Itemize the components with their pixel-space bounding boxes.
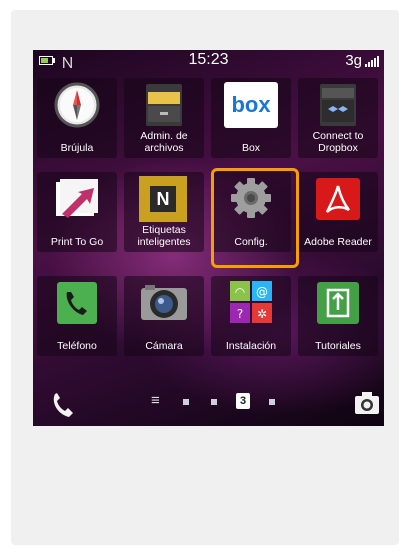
box-icon: box [224,82,278,128]
phone-icon [57,282,97,324]
app-label: Teléfono [57,340,97,352]
menu-icon[interactable]: ≡ [151,392,160,409]
app-label: Adobe Reader [304,236,372,248]
app-label: Tutoriales [315,340,361,352]
status-time: 15:23 [188,51,229,68]
app-etiquetas[interactable]: N Etiquetas inteligentes [124,172,204,252]
status-bar: Ｎ 15:23 3g [33,50,384,72]
app-camara[interactable]: Cámara [124,276,204,356]
camera-shortcut-icon[interactable] [353,390,381,416]
page-dot[interactable] [211,399,217,405]
file-manager-icon [146,84,182,126]
app-brujula[interactable]: Brújula [37,78,117,158]
app-tutoriales[interactable]: Tutoriales [298,276,378,356]
compass-icon [54,82,100,128]
svg-text:✲: ✲ [257,307,267,321]
app-print-to-go[interactable]: Print To Go [37,172,117,252]
app-dropbox[interactable]: Connect to Dropbox [298,78,378,158]
tutorials-icon [317,282,359,324]
app-admin-archivos[interactable]: Admin. de archivos [124,78,204,158]
svg-text:◠: ◠ [235,285,245,299]
bottom-action-bar: ≡ 3 [33,381,384,426]
signal-bars-icon [365,55,379,67]
app-label: Brújula [60,142,94,154]
app-adobe-reader[interactable]: Adobe Reader [298,172,378,252]
adobe-reader-icon [316,178,360,220]
network-type: 3g [345,52,362,69]
dropbox-icon [320,84,356,126]
setup-icon: ◠ @ ? ✲ [230,281,272,323]
app-label: Instalación [225,340,277,352]
app-label: Box [241,142,261,154]
svg-text:@: @ [256,285,268,299]
phone-shortcut-icon[interactable] [47,390,77,420]
page-dot[interactable] [269,399,275,405]
svg-text:?: ? [237,307,243,321]
blackberry-home-screen: Ｎ 15:23 3g Brújula Admin. de archivos bo… [33,50,384,426]
app-instalacion[interactable]: ◠ @ ? ✲ Instalación [211,276,291,356]
app-label: Cámara [145,340,183,352]
app-label: Print To Go [50,236,104,248]
smart-tags-icon: N [139,176,187,222]
app-label: Admin. de archivos [140,130,188,154]
current-page-indicator[interactable]: 3 [236,393,250,409]
print-to-go-icon [56,179,98,218]
selection-highlight [211,168,299,268]
app-label: Connect to Dropbox [312,130,364,154]
page-dot[interactable] [183,399,189,405]
app-box[interactable]: box Box [211,78,291,158]
app-label: Etiquetas inteligentes [137,224,191,248]
app-telefono[interactable]: Teléfono [37,276,117,356]
camera-icon [141,285,187,320]
